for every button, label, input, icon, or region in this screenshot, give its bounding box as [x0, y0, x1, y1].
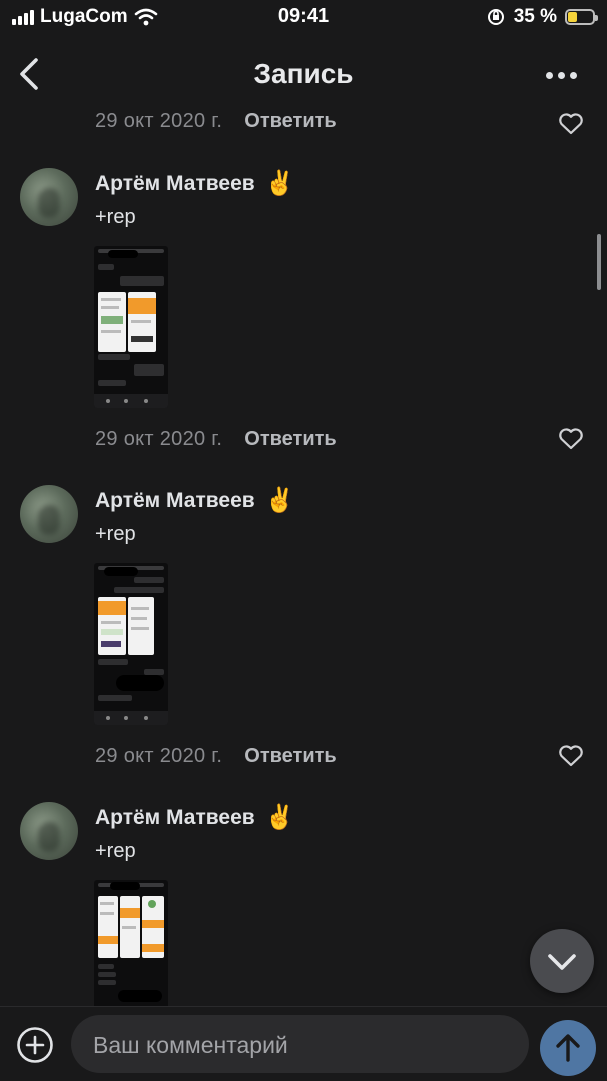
comment-text: +rep — [95, 523, 136, 545]
reply-button[interactable]: Ответить — [244, 745, 336, 768]
comment-date: 29 окт 2020 г. — [95, 745, 223, 767]
author-name: Артём Матвеев — [95, 172, 255, 195]
battery-icon — [565, 9, 598, 25]
reply-button[interactable]: Ответить — [244, 110, 336, 133]
scroll-down-button[interactable] — [530, 929, 594, 993]
scrollbar[interactable] — [597, 234, 601, 290]
avatar[interactable] — [20, 485, 78, 543]
attachment-image[interactable] — [94, 880, 168, 1006]
author-name: Артём Матвеев — [95, 489, 255, 512]
victory-hand-emoji: ✌️ — [264, 487, 295, 514]
comment-input[interactable] — [91, 1015, 475, 1075]
comment-meta: 29 окт 2020 г. Ответить — [95, 745, 337, 768]
comment-input-container[interactable] — [71, 1015, 590, 1075]
battery-percent: 35 % — [513, 6, 557, 27]
navigation-bar: Запись — [0, 44, 607, 104]
comment-author[interactable]: Артём Матвеев ✌️ — [95, 489, 295, 513]
victory-hand-emoji: ✌️ — [264, 170, 295, 197]
victory-hand-emoji: ✌️ — [264, 804, 295, 831]
comment-meta: 29 окт 2020 г. Ответить — [95, 428, 337, 451]
heart-icon[interactable] — [558, 427, 584, 451]
avatar[interactable] — [20, 802, 78, 860]
heart-icon[interactable] — [558, 112, 584, 136]
status-bar: LugaCom 09:41 35 % — [0, 0, 607, 34]
chevron-down-icon — [548, 954, 576, 970]
status-right: 35 % — [486, 6, 598, 28]
send-button[interactable] — [540, 1020, 596, 1076]
more-options-icon[interactable] — [546, 72, 577, 79]
comment-author[interactable]: Артём Матвеев ✌️ — [95, 172, 295, 196]
page-title: Запись — [253, 58, 354, 89]
comment-date: 29 окт 2020 г. — [95, 428, 223, 450]
reply-button[interactable]: Ответить — [244, 428, 336, 451]
attachment-image[interactable] — [94, 563, 168, 725]
attachment-image[interactable] — [94, 246, 168, 408]
plus-circle-icon[interactable] — [16, 1026, 54, 1064]
heart-icon[interactable] — [558, 744, 584, 768]
comment-date: 29 окт 2020 г. — [95, 110, 223, 132]
comment-text: +rep — [95, 840, 136, 862]
comment-author[interactable]: Артём Матвеев ✌️ — [95, 806, 295, 830]
orientation-lock-icon — [487, 9, 504, 25]
comment-text: +rep — [95, 206, 136, 228]
arrow-up-icon — [556, 1034, 580, 1062]
avatar[interactable] — [20, 168, 78, 226]
comments-feed[interactable]: 29 окт 2020 г. Ответить Артём Матвеев ✌️… — [0, 104, 607, 1006]
comment-composer — [0, 1006, 607, 1081]
author-name: Артём Матвеев — [95, 806, 255, 829]
battery-fill — [568, 12, 578, 22]
comment-meta: 29 окт 2020 г. Ответить — [95, 110, 337, 133]
